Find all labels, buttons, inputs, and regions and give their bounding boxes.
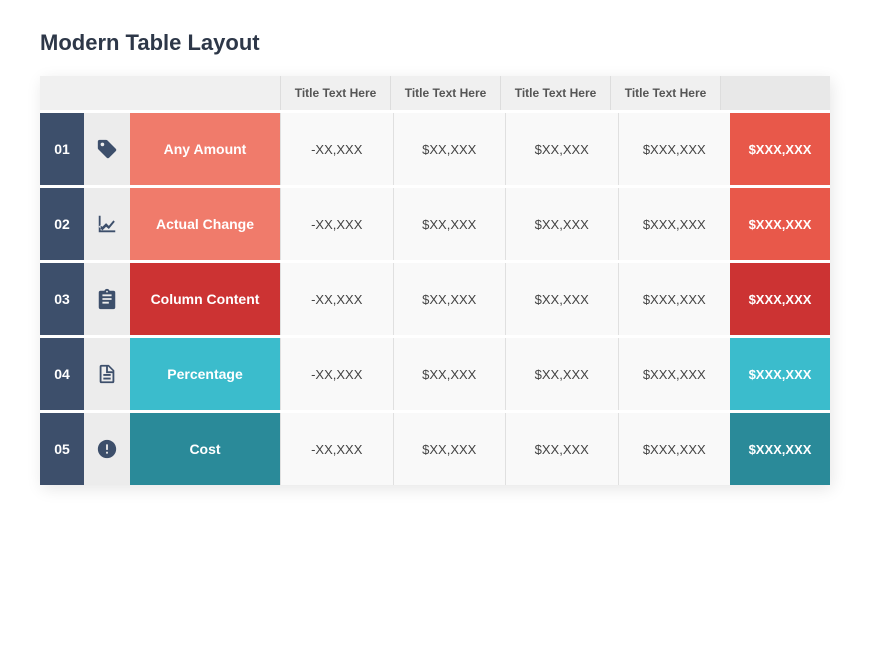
row-label-1: Any Amount bbox=[130, 113, 280, 185]
data-cell-2-3: $XX,XXX bbox=[505, 188, 618, 260]
data-cell-final-2: $XXX,XXX bbox=[730, 188, 830, 260]
row-label-4: Percentage bbox=[130, 338, 280, 410]
row-data-3: -XX,XXX $XX,XXX $XX,XXX $XXX,XXX $XXX,XX… bbox=[280, 263, 830, 335]
header-col-2: Title Text Here bbox=[390, 76, 500, 110]
header-col-4: Title Text Here bbox=[610, 76, 720, 110]
data-cell-5-4: $XXX,XXX bbox=[618, 413, 731, 485]
row-data-4: -XX,XXX $XX,XXX $XX,XXX $XXX,XXX $XXX,XX… bbox=[280, 338, 830, 410]
row-number-1: 01 bbox=[40, 113, 84, 185]
table-body: 01 Any Amount -XX,XXX $XX,XXX $XX,XXX $X… bbox=[40, 110, 830, 485]
table-row: 01 Any Amount -XX,XXX $XX,XXX $XX,XXX $X… bbox=[40, 110, 830, 185]
row-label-5: Cost bbox=[130, 413, 280, 485]
table-header: Title Text Here Title Text Here Title Te… bbox=[40, 76, 830, 110]
data-cell-1-4: $XXX,XXX bbox=[618, 113, 731, 185]
data-cell-3-4: $XXX,XXX bbox=[618, 263, 731, 335]
table-row: 03 Column Content -XX,XXX $XX,XXX $XX,XX… bbox=[40, 260, 830, 335]
header-spacer bbox=[40, 76, 280, 110]
table-row: 02 Actual Change -XX,XXX $XX,XXX $XX,XXX… bbox=[40, 185, 830, 260]
data-cell-1-3: $XX,XXX bbox=[505, 113, 618, 185]
row-icon-coins bbox=[84, 413, 130, 485]
data-cell-2-2: $XX,XXX bbox=[393, 188, 506, 260]
row-icon-document bbox=[84, 338, 130, 410]
row-meta-4: 04 Percentage bbox=[40, 338, 280, 410]
data-cell-3-2: $XX,XXX bbox=[393, 263, 506, 335]
row-number-5: 05 bbox=[40, 413, 84, 485]
row-data-2: -XX,XXX $XX,XXX $XX,XXX $XXX,XXX $XXX,XX… bbox=[280, 188, 830, 260]
data-cell-3-1: -XX,XXX bbox=[280, 263, 393, 335]
table-row: 05 Cost -XX,XXX $XX,XXX $XX,XXX $XXX,XXX… bbox=[40, 410, 830, 485]
data-cell-4-2: $XX,XXX bbox=[393, 338, 506, 410]
row-data-5: -XX,XXX $XX,XXX $XX,XXX $XXX,XXX $XXX,XX… bbox=[280, 413, 830, 485]
data-cell-5-1: -XX,XXX bbox=[280, 413, 393, 485]
header-col-last bbox=[720, 76, 830, 110]
row-meta-3: 03 Column Content bbox=[40, 263, 280, 335]
row-label-3: Column Content bbox=[130, 263, 280, 335]
table-row: 04 Percentage -XX,XXX $XX,XXX $XX,XXX $X… bbox=[40, 335, 830, 410]
data-cell-5-2: $XX,XXX bbox=[393, 413, 506, 485]
data-cell-final-4: $XXX,XXX bbox=[730, 338, 830, 410]
data-cell-1-2: $XX,XXX bbox=[393, 113, 506, 185]
data-cell-2-4: $XXX,XXX bbox=[618, 188, 731, 260]
row-icon-tag bbox=[84, 113, 130, 185]
data-cell-4-4: $XXX,XXX bbox=[618, 338, 731, 410]
row-number-2: 02 bbox=[40, 188, 84, 260]
row-icon-chart bbox=[84, 188, 130, 260]
data-cell-4-1: -XX,XXX bbox=[280, 338, 393, 410]
header-cells: Title Text Here Title Text Here Title Te… bbox=[280, 76, 830, 110]
table-wrapper: Title Text Here Title Text Here Title Te… bbox=[40, 76, 830, 485]
row-data-1: -XX,XXX $XX,XXX $XX,XXX $XXX,XXX $XXX,XX… bbox=[280, 113, 830, 185]
header-col-3: Title Text Here bbox=[500, 76, 610, 110]
data-cell-final-1: $XXX,XXX bbox=[730, 113, 830, 185]
page-title: Modern Table Layout bbox=[40, 30, 830, 56]
row-meta-2: 02 Actual Change bbox=[40, 188, 280, 260]
row-number-3: 03 bbox=[40, 263, 84, 335]
row-meta-5: 05 Cost bbox=[40, 413, 280, 485]
row-meta-1: 01 Any Amount bbox=[40, 113, 280, 185]
data-cell-2-1: -XX,XXX bbox=[280, 188, 393, 260]
row-label-2: Actual Change bbox=[130, 188, 280, 260]
header-col-1: Title Text Here bbox=[280, 76, 390, 110]
data-cell-4-3: $XX,XXX bbox=[505, 338, 618, 410]
data-cell-final-3: $XXX,XXX bbox=[730, 263, 830, 335]
data-cell-1-1: -XX,XXX bbox=[280, 113, 393, 185]
data-cell-5-3: $XX,XXX bbox=[505, 413, 618, 485]
data-cell-final-5: $XXX,XXX bbox=[730, 413, 830, 485]
row-number-4: 04 bbox=[40, 338, 84, 410]
page: Modern Table Layout Title Text Here Titl… bbox=[0, 0, 870, 653]
data-cell-3-3: $XX,XXX bbox=[505, 263, 618, 335]
row-icon-clipboard bbox=[84, 263, 130, 335]
